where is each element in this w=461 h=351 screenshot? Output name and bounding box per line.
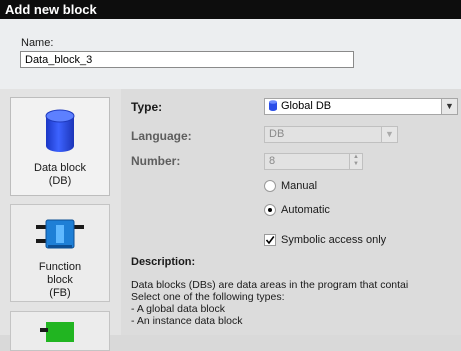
description-line: Select one of the following types: — [131, 291, 285, 303]
automatic-label: Automatic — [281, 204, 330, 216]
name-label: Name: — [21, 37, 54, 49]
number-label: Number: — [131, 154, 181, 168]
block-type-list: Data block (DB) Function block (FB) — [0, 89, 121, 351]
number-value: 8 — [269, 155, 276, 167]
type-value: Global DB — [281, 100, 332, 112]
dialog-title-bar: Add new block — [0, 0, 461, 19]
description-line: Data blocks (DBs) are data areas in the … — [131, 279, 409, 291]
function-block-tile[interactable]: Function block (FB) — [10, 204, 110, 302]
block-name-input[interactable] — [20, 51, 354, 68]
description-text: Data blocks (DBs) are data areas in the … — [131, 279, 461, 327]
spinner-arrows-icon[interactable]: ▲ ▼ — [349, 154, 362, 169]
data-block-label-line2: (DB) — [48, 175, 72, 187]
block-settings-panel: Type: Global DB ▼ Language: DB ▼ Number:… — [121, 89, 461, 335]
symbolic-access-label: Symbolic access only — [281, 234, 387, 246]
manual-radio[interactable] — [264, 180, 276, 192]
symbolic-access-checkbox[interactable] — [264, 234, 276, 246]
function-block-label-line3: (FB) — [49, 287, 71, 299]
manual-label: Manual — [281, 180, 318, 192]
function-block-label-line2: block — [47, 274, 73, 286]
checkmark-icon — [265, 236, 275, 245]
database-icon — [45, 109, 75, 152]
data-block-label-line1: Data block — [34, 162, 86, 174]
database-icon — [269, 99, 277, 111]
function-block-label-line1: Function — [38, 261, 82, 273]
type-label: Type: — [131, 100, 163, 114]
description-heading: Description: — [131, 256, 196, 268]
description-line: - An instance data block — [131, 315, 243, 327]
automatic-radio[interactable] — [264, 204, 276, 216]
number-spinner[interactable]: 8 ▲ ▼ — [264, 153, 363, 170]
chevron-down-icon[interactable]: ▼ — [441, 99, 457, 114]
function-block-icon — [36, 219, 84, 249]
function-icon — [40, 322, 74, 342]
function-tile[interactable] — [10, 311, 110, 351]
language-label: Language: — [131, 129, 192, 143]
automatic-radio-option[interactable]: Automatic — [264, 204, 330, 216]
manual-radio-option[interactable]: Manual — [264, 180, 317, 192]
symbolic-access-option[interactable]: Symbolic access only — [264, 234, 386, 246]
language-value: DB — [269, 128, 285, 140]
dialog-title: Add new block — [5, 2, 97, 17]
data-block-tile[interactable]: Data block (DB) — [10, 97, 110, 196]
name-section: Name: — [0, 19, 461, 89]
description-line: - A global data block — [131, 303, 225, 315]
language-dropdown[interactable]: DB ▼ — [264, 126, 398, 143]
type-dropdown[interactable]: Global DB ▼ — [264, 98, 458, 115]
chevron-down-icon[interactable]: ▼ — [381, 127, 397, 142]
